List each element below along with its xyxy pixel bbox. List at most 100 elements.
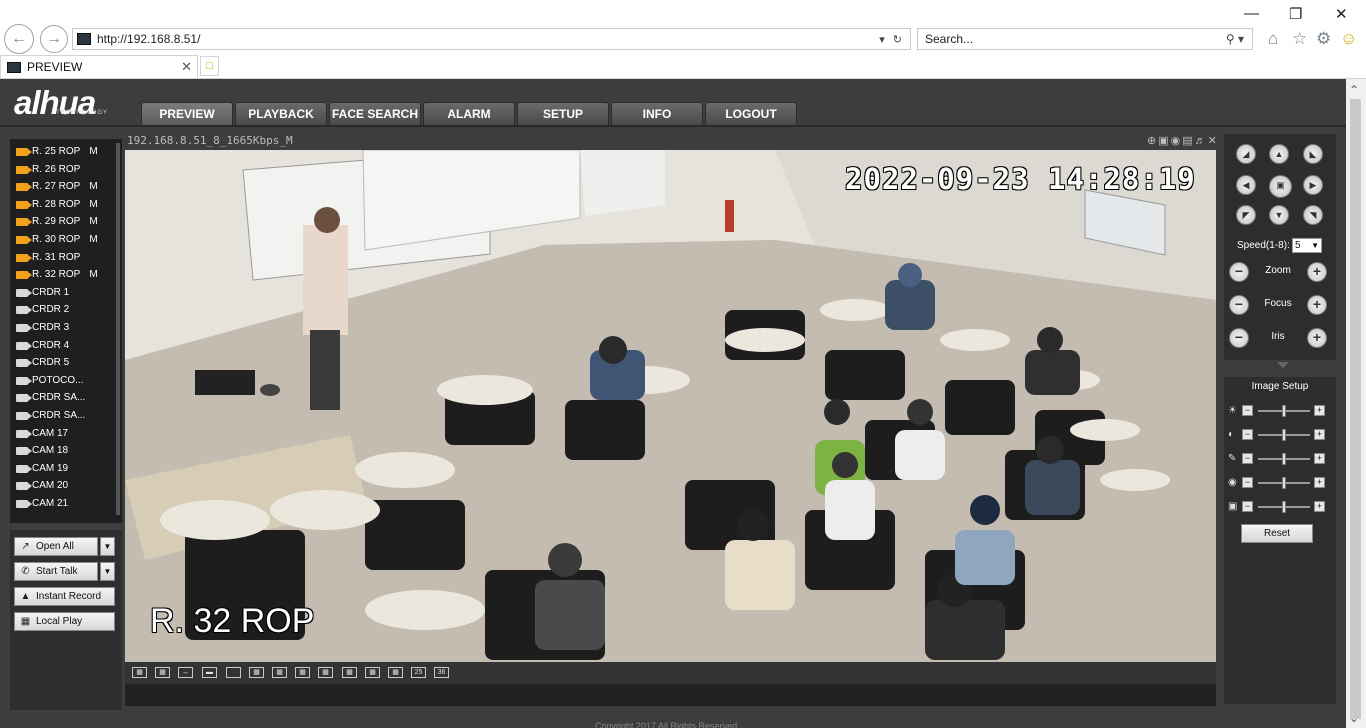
focus-far-button[interactable]: +	[1307, 295, 1327, 315]
gain-increase-button[interactable]: +	[1314, 501, 1325, 512]
contrast-decrease-button[interactable]: −	[1242, 429, 1253, 440]
search-icon[interactable]: ⚲ ▾	[1226, 32, 1244, 46]
layout-25-button[interactable]: 25	[411, 667, 426, 678]
layout-button[interactable]: ▦	[132, 667, 147, 678]
start-talk-button[interactable]: ✆ Start Talk	[14, 562, 98, 581]
settings-gear-icon[interactable]: ⚙	[1316, 29, 1331, 49]
layout-9-button[interactable]: ▦	[318, 667, 333, 678]
ptz-left-button[interactable]: ◀	[1236, 175, 1256, 195]
channel-item[interactable]: CRDR SA...	[16, 389, 85, 406]
tab-playback[interactable]: PLAYBACK	[235, 102, 327, 125]
new-tab-button[interactable]: □	[200, 56, 219, 76]
layout-1-button[interactable]	[226, 667, 241, 678]
start-talk-dropdown[interactable]: ▼	[100, 562, 115, 581]
tab-preview[interactable]: PREVIEW	[141, 102, 233, 125]
close-window-icon[interactable]: ✕	[1335, 5, 1348, 23]
channel-item[interactable]: CRDR 3	[16, 319, 69, 336]
smiley-feedback-icon[interactable]: ☺	[1340, 29, 1357, 49]
channel-item[interactable]: R. 27 ROP M	[16, 178, 98, 195]
channel-item[interactable]: R. 31 ROP	[16, 249, 89, 266]
channel-item[interactable]: CAM 17	[16, 425, 68, 442]
tab-face-search[interactable]: FACE SEARCH	[329, 102, 421, 125]
focus-near-button[interactable]: −	[1229, 295, 1249, 315]
channel-item[interactable]: R. 30 ROP M	[16, 231, 98, 248]
channel-item[interactable]: CRDR SA...	[16, 407, 85, 424]
ptz-down-right-button[interactable]: ◥	[1303, 205, 1323, 225]
ptz-up-button[interactable]: ▲	[1269, 144, 1289, 164]
browser-tab-preview[interactable]: PREVIEW ✕	[0, 55, 198, 78]
local-play-button[interactable]: ▦ Local Play	[14, 612, 115, 631]
layout-36-button[interactable]: 36	[434, 667, 449, 678]
tab-setup[interactable]: SETUP	[517, 102, 609, 125]
channel-item[interactable]: CRDR 2	[16, 301, 69, 318]
minimize-icon[interactable]: —	[1244, 5, 1259, 22]
speed-select[interactable]: 5 ▼	[1292, 238, 1322, 253]
channel-item[interactable]: CAM 18	[16, 442, 68, 459]
scroll-down-icon[interactable]: ⌄	[1349, 711, 1359, 725]
restore-icon[interactable]: ❐	[1289, 5, 1302, 23]
home-icon[interactable]: ⌂	[1268, 29, 1278, 49]
scrollbar-thumb[interactable]	[1350, 99, 1361, 719]
tab-info[interactable]: INFO	[611, 102, 703, 125]
layout-4-button[interactable]: ▦	[249, 667, 264, 678]
channel-item[interactable]: CRDR 1	[16, 284, 69, 301]
layout-button[interactable]: ↔	[178, 667, 193, 678]
layout-20-button[interactable]: ▦	[388, 667, 403, 678]
layout-16-button[interactable]: ▦	[365, 667, 380, 678]
gain-decrease-button[interactable]: −	[1242, 501, 1253, 512]
brightness-slider-knob[interactable]	[1282, 405, 1286, 417]
refresh-icon[interactable]: ↻	[893, 33, 902, 46]
channel-item[interactable]: CRDR 5	[16, 354, 69, 371]
snapshot-icon[interactable]: ◉	[1171, 135, 1183, 147]
ptz-down-button[interactable]: ▼	[1269, 205, 1289, 225]
address-bar[interactable]: http://192.168.8.51/ ▾ ↻	[72, 28, 911, 50]
channel-item[interactable]: R. 29 ROP M	[16, 213, 98, 230]
contrast-increase-button[interactable]: +	[1314, 429, 1325, 440]
channel-item[interactable]: R. 28 ROP M	[16, 196, 98, 213]
channel-item[interactable]: CAM 21	[16, 495, 68, 512]
ptz-up-right-button[interactable]: ◣	[1303, 144, 1323, 164]
back-button[interactable]: ←	[4, 24, 34, 54]
channel-item[interactable]: CAM 20	[16, 477, 68, 494]
video-feed[interactable]: 2022-09-23 14:28:19 R. 32 ROP	[125, 150, 1216, 662]
record-icon[interactable]: ▤	[1182, 135, 1194, 147]
channel-item[interactable]: POTOCO...	[16, 372, 84, 389]
layout-13-button[interactable]: ▦	[342, 667, 357, 678]
channel-item[interactable]: CAM 19	[16, 460, 68, 477]
zoom-in-button[interactable]: +	[1307, 262, 1327, 282]
saturation-slider-knob[interactable]	[1282, 453, 1286, 465]
hue-slider-knob[interactable]	[1282, 477, 1286, 489]
channel-item[interactable]: R. 26 ROP	[16, 161, 89, 178]
audio-icon[interactable]: ♬	[1195, 135, 1208, 147]
zoom-out-button[interactable]: −	[1229, 262, 1249, 282]
contrast-slider-knob[interactable]	[1282, 429, 1286, 441]
close-video-icon[interactable]: ✕	[1208, 135, 1219, 147]
search-input[interactable]: Search...	[918, 32, 1226, 46]
tab-close-icon[interactable]: ✕	[181, 59, 192, 75]
page-scrollbar[interactable]: ⌃ ⌄	[1346, 79, 1366, 728]
saturation-decrease-button[interactable]: −	[1242, 453, 1253, 464]
channel-item[interactable]: R. 25 ROP M	[16, 143, 98, 160]
layout-button[interactable]: ▬	[202, 667, 217, 678]
ptz-collapse-icon[interactable]	[1277, 362, 1289, 368]
ptz-up-left-button[interactable]: ◢	[1236, 144, 1256, 164]
tab-logout[interactable]: LOGOUT	[705, 102, 797, 125]
ptz-center-button[interactable]: ▣	[1269, 175, 1292, 198]
reset-button[interactable]: Reset	[1241, 524, 1313, 543]
fit-screen-icon[interactable]: ▣	[1158, 135, 1170, 147]
layout-8-button[interactable]: ▦	[295, 667, 310, 678]
layout-button[interactable]: ▦	[155, 667, 170, 678]
favorites-star-icon[interactable]: ☆	[1292, 29, 1307, 49]
scroll-up-icon[interactable]: ⌃	[1349, 83, 1359, 97]
ptz-down-left-button[interactable]: ◤	[1236, 205, 1256, 225]
zoom-in-icon[interactable]: ⊕	[1147, 135, 1158, 147]
ptz-right-button[interactable]: ▶	[1303, 175, 1323, 195]
gain-slider-knob[interactable]	[1282, 501, 1286, 513]
iris-close-button[interactable]: −	[1229, 328, 1249, 348]
layout-6-button[interactable]: ▦	[272, 667, 287, 678]
hue-increase-button[interactable]: +	[1314, 477, 1325, 488]
saturation-increase-button[interactable]: +	[1314, 453, 1325, 464]
open-all-button[interactable]: ↗ Open All	[14, 537, 98, 556]
channel-item[interactable]: R. 32 ROP M	[16, 266, 98, 283]
channel-list-scrollbar[interactable]	[116, 143, 120, 515]
